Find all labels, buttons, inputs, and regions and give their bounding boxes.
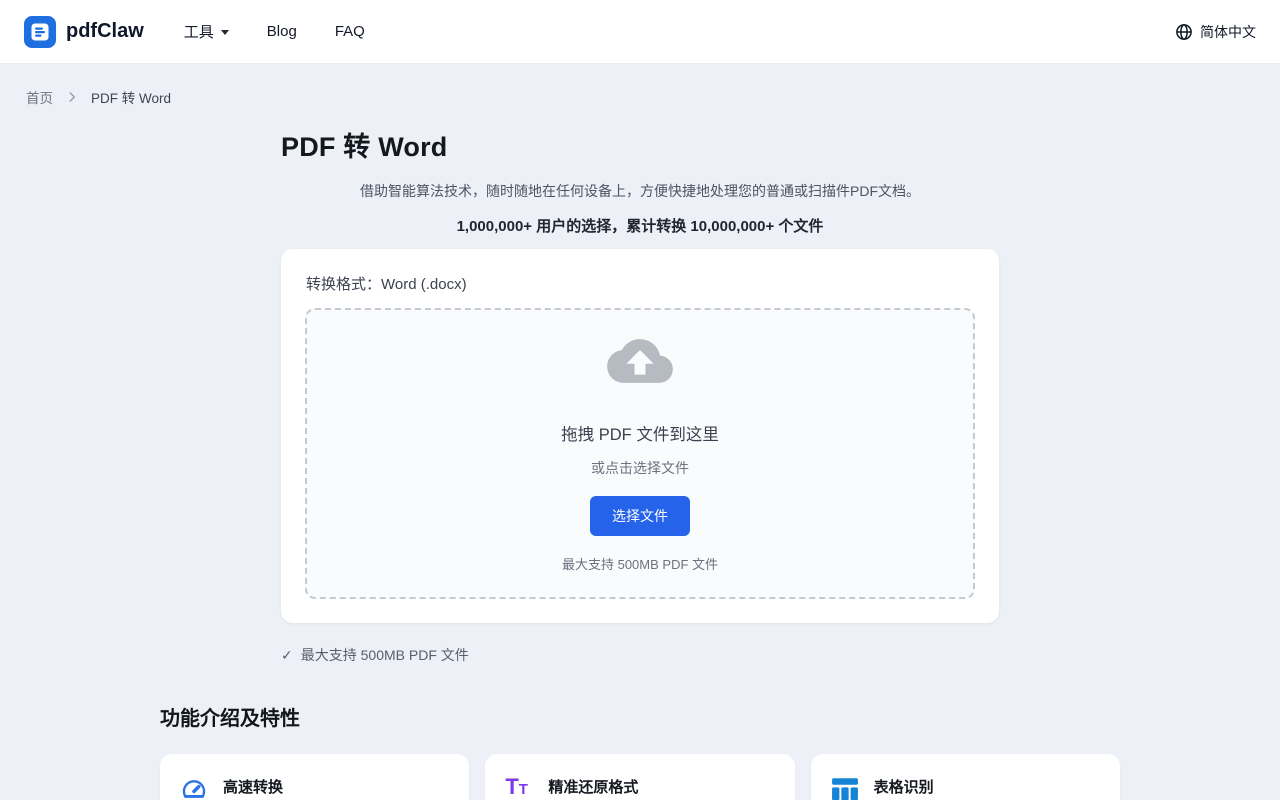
nav-item-blog-label: Blog: [267, 23, 297, 40]
nav-item-blog[interactable]: Blog: [267, 23, 297, 40]
main-nav: 工具 Blog FAQ: [184, 21, 365, 42]
language-label: 简体中文: [1200, 22, 1256, 42]
hero-section: PDF 转 Word 借助智能算法技术，随时随地在任何设备上，方便快捷地处理您的…: [281, 125, 999, 236]
cloud-upload-icon: [607, 335, 673, 387]
select-file-button[interactable]: 选择文件: [590, 496, 690, 536]
file-dropzone[interactable]: 拖拽 PDF 文件到这里 或点击选择文件 选择文件 最大支持 500MB PDF…: [305, 308, 975, 599]
size-note: ✓ 最大支持 500MB PDF 文件: [281, 645, 999, 665]
feature-title: 精准还原格式: [548, 774, 774, 797]
chevron-right-icon: [65, 90, 79, 104]
feature-card-speed: 高速转换 绝大多数 PDF 在 30 秒内完成转换，即传即转，无需排队等待。: [160, 754, 469, 800]
breadcrumb-home-link[interactable]: 首页: [26, 87, 53, 107]
feature-cards-row: 高速转换 绝大多数 PDF 在 30 秒内完成转换，即传即转，无需排队等待。 T…: [160, 754, 1120, 800]
table-icon: [831, 776, 859, 800]
dropzone-title: 拖拽 PDF 文件到这里: [561, 421, 719, 445]
usage-stats: 1,000,000+ 用户的选择，累计转换 10,000,000+ 个文件: [281, 215, 999, 236]
brand[interactable]: pdfClaw: [24, 16, 144, 48]
brand-name: pdfClaw: [66, 20, 144, 43]
dropzone-subtitle: 或点击选择文件: [591, 458, 689, 478]
feature-title: 表格识别: [874, 774, 1100, 797]
feature-card-table: 表格识别 自动识别并还原 PDF 中的表格结构，行列数据清晰对应。: [811, 754, 1120, 800]
speedometer-icon: [180, 776, 208, 800]
globe-icon: [1175, 23, 1193, 41]
format-label: 转换格式：Word (.docx): [306, 273, 975, 294]
nav-item-tools-label: 工具: [184, 21, 214, 42]
size-note-text: 最大支持 500MB PDF 文件: [301, 645, 469, 665]
dropzone-size-hint: 最大支持 500MB PDF 文件: [562, 554, 718, 573]
breadcrumb-current: PDF 转 Word: [91, 87, 171, 107]
nav-item-faq-label: FAQ: [335, 23, 365, 40]
nav-item-tools[interactable]: 工具: [184, 21, 229, 42]
feature-title: 高速转换: [223, 774, 449, 797]
page-title: PDF 转 Word: [281, 125, 999, 164]
language-switcher[interactable]: 简体中文: [1175, 22, 1256, 42]
pdfclaw-logo-icon: [24, 16, 56, 48]
feature-card-format: TT 精准还原格式 文字、段落、字体样式高度还原，大幅减少转换后的手动调整。: [485, 754, 794, 800]
navbar: pdfClaw 工具 Blog FAQ 简体中文: [0, 0, 1280, 64]
breadcrumb: 首页 PDF 转 Word: [0, 64, 1280, 107]
check-icon: ✓: [281, 647, 293, 664]
nav-item-faq[interactable]: FAQ: [335, 23, 365, 40]
page-subtitle: 借助智能算法技术，随时随地在任何设备上，方便快捷地处理您的普通或扫描件PDF文档…: [281, 181, 999, 201]
chevron-down-icon: [221, 30, 229, 35]
text-style-icon: TT: [505, 776, 533, 798]
features-title: 功能介绍及特性: [160, 702, 1120, 731]
upload-card: 转换格式：Word (.docx) 拖拽 PDF 文件到这里 或点击选择文件 选…: [281, 249, 999, 623]
features-section: 功能介绍及特性 高速转换 绝大多数 PDF 在 30 秒内完成转换，即传即转，无…: [160, 702, 1120, 800]
